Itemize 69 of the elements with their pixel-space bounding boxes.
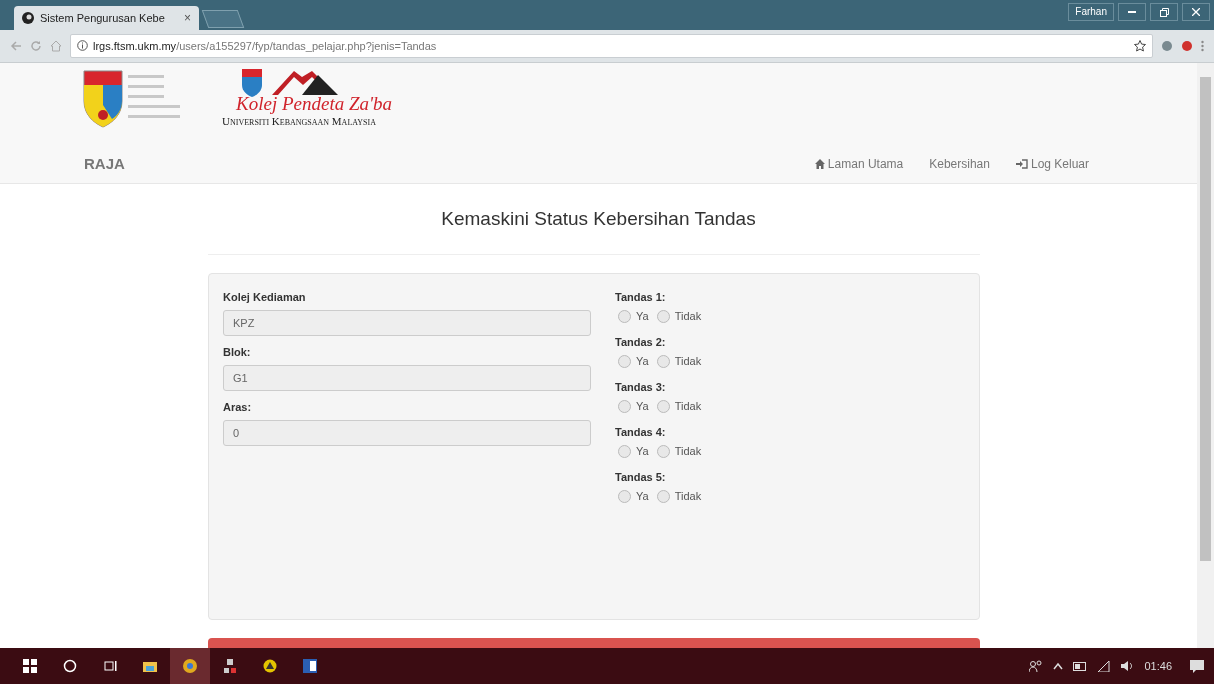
extension-icon[interactable] [1181, 39, 1193, 52]
radio-button[interactable] [618, 444, 631, 458]
restore-icon [1159, 7, 1169, 17]
radio-label: Ya [636, 490, 649, 503]
scrollbar[interactable] [1197, 62, 1214, 648]
battery-icon[interactable] [1073, 661, 1088, 671]
restore-button[interactable] [1150, 3, 1178, 21]
field-label: Tandas 1: [615, 290, 667, 303]
college-name: Kolej Pendeta Za'ba [236, 92, 393, 115]
home-icon [814, 158, 825, 169]
radio-button[interactable] [618, 399, 631, 413]
radio-label: Tidak [674, 445, 702, 458]
wifi-icon[interactable] [1097, 660, 1111, 672]
page-title: Kemaskini Status Kebersihan Tandas [440, 207, 757, 230]
scrollbar-thumb[interactable] [1200, 76, 1211, 561]
clock[interactable]: 01:46 [1144, 660, 1172, 672]
radio-label: Tidak [674, 310, 702, 323]
radio-label: Ya [636, 445, 649, 458]
radio-label: Ya [636, 355, 649, 368]
url-text: lrgs.ftsm.ukm.my/users/a155297/fyp/tandas_pelajar.php?jenis=Tandas [93, 39, 437, 52]
close-icon [1192, 8, 1200, 16]
brand-name[interactable]: RAJA [84, 155, 125, 173]
browser-icon[interactable] [170, 648, 210, 684]
radio-button[interactable] [656, 489, 670, 503]
radio-button[interactable] [656, 309, 670, 323]
radio-label: Ya [636, 310, 649, 323]
minimize-button[interactable] [1118, 3, 1146, 21]
radio-button[interactable] [618, 354, 631, 368]
nav-link[interactable]: Laman Utama [814, 156, 904, 171]
tab-close-button[interactable]: × [184, 10, 191, 25]
nav-link[interactable]: Kebersihan [929, 156, 990, 171]
task-view-icon [103, 659, 117, 673]
radio-label: Tidak [674, 400, 702, 413]
field-label: Tandas 3: [615, 380, 667, 393]
field-label: Tandas 2: [615, 335, 667, 348]
star-icon[interactable] [1134, 39, 1146, 52]
radio-label: Ya [636, 400, 649, 413]
field-label: Aras: [223, 400, 253, 413]
tab-title: Sistem Pengurusan Kebe [40, 11, 165, 24]
radio-label: Tidak [674, 490, 702, 503]
university-name: Universiti Kebangsaan Malaysia [222, 114, 376, 127]
minimize-icon [1128, 11, 1136, 13]
info-icon [77, 40, 88, 52]
menu-icon[interactable] [1201, 39, 1204, 52]
radio-button[interactable] [618, 309, 631, 323]
radio-button[interactable] [618, 489, 631, 503]
browser-tab[interactable]: Sistem Pengurusan Kebe × [14, 5, 199, 30]
address-bar[interactable]: lrgs.ftsm.ukm.my/users/a155297/fyp/tandas_pelajar.php?jenis=Tandas [70, 33, 1153, 58]
radio-label: Tidak [674, 355, 702, 368]
sign-in-icon [1015, 158, 1028, 169]
extension-icon[interactable] [1161, 39, 1173, 52]
chevron-up-icon[interactable] [1053, 662, 1064, 670]
profile-button[interactable]: Farhan [1068, 3, 1114, 21]
radio-button[interactable] [656, 444, 670, 458]
field-label: Tandas 5: [615, 470, 667, 483]
nav-link[interactable]: Log Keluar [1015, 156, 1089, 171]
speaker-icon[interactable] [1120, 660, 1135, 672]
radio-button[interactable] [656, 399, 670, 413]
new-tab-button[interactable] [201, 9, 245, 28]
radio-button[interactable] [656, 354, 670, 368]
windows-icon [23, 659, 37, 673]
notification-icon[interactable] [1190, 659, 1204, 673]
field-label: Kolej Kediaman [223, 290, 307, 303]
field-label: Blok: [223, 345, 252, 358]
close-button[interactable] [1182, 3, 1210, 21]
people-icon[interactable] [1029, 660, 1044, 672]
site-icon [22, 11, 34, 24]
search-icon [63, 659, 77, 673]
field-label: Tandas 4: [615, 425, 667, 438]
